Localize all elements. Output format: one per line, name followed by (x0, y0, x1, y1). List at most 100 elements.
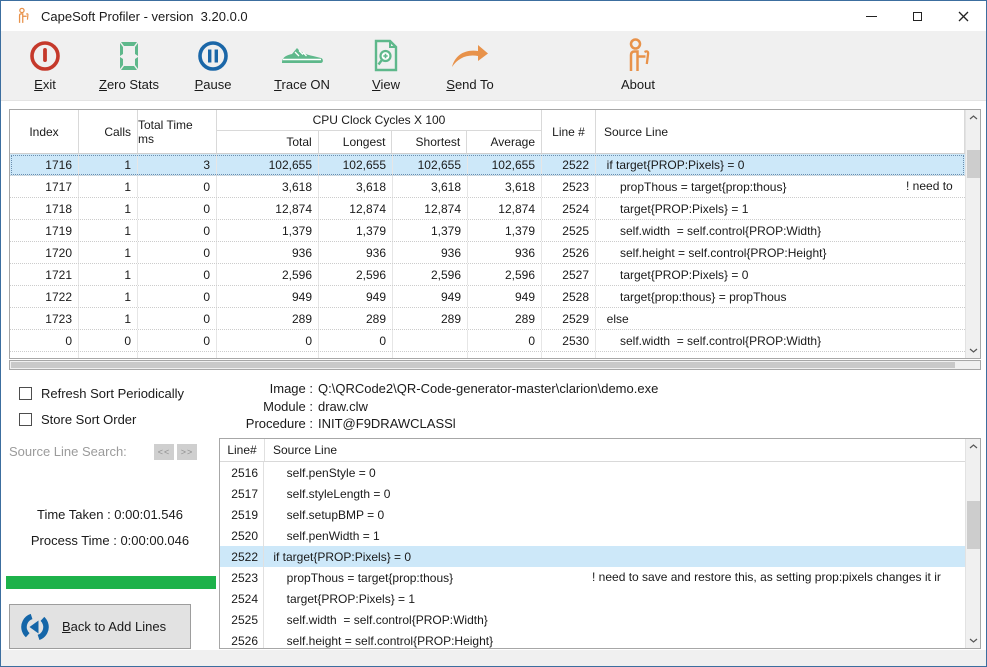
profiler-table-row[interactable]: 0 0 0 0 0 0 2531 self.height = self.cont… (10, 352, 965, 359)
view-button[interactable]: View (342, 35, 430, 97)
about-label: About (594, 77, 682, 92)
app-window: CapeSoft Profiler - version 3.20.0.0 Exi… (0, 0, 987, 667)
profiler-table-row[interactable]: 1716 1 3 102,655 102,655 102,655 102,655… (10, 154, 965, 176)
window-bottom-strip (1, 650, 986, 667)
window-title: CapeSoft Profiler - version 3.20.0.0 (41, 9, 248, 24)
search-prev-button[interactable]: << (154, 444, 174, 460)
source-table-row[interactable]: 2516 self.penStyle = 0 (220, 462, 965, 483)
info-label: Module : (231, 398, 313, 416)
app-logo-icon (15, 7, 31, 25)
exit-button[interactable]: Exit (1, 35, 89, 97)
back-circle-icon (19, 611, 51, 643)
source-line-search-label: Source Line Search: (9, 444, 127, 459)
profiler-table-header[interactable]: Index Calls Total Time ms CPU Clock Cycl… (10, 110, 965, 154)
info-value: Q:\QRCode2\QR-Code-generator-master\clar… (318, 380, 658, 398)
close-icon (958, 11, 969, 22)
column-header-index[interactable]: Index (10, 110, 79, 153)
column-header-source[interactable]: Source Line (596, 110, 965, 153)
profiler-table-rows: 1716 1 3 102,655 102,655 102,655 102,655… (10, 154, 965, 359)
checkbox[interactable] (19, 413, 32, 426)
source-table-row[interactable]: 2520 self.penWidth = 1 (220, 525, 965, 546)
send-to-label: Send To (426, 77, 514, 92)
horizontal-scrollbar[interactable] (9, 360, 981, 370)
profiler-table-row[interactable]: 1721 1 0 2,596 2,596 2,596 2,596 2527 ta… (10, 264, 965, 286)
send-arrow-icon (426, 35, 514, 77)
scroll-up-arrow-icon[interactable] (966, 110, 981, 125)
sneaker-icon (258, 35, 346, 77)
exit-label: Exit (1, 77, 89, 92)
scrollbar-thumb[interactable] (11, 362, 955, 368)
source-table-row[interactable]: 2519 self.setupBMP = 0 (220, 504, 965, 525)
column-header-shortest[interactable]: Shortest (392, 131, 467, 153)
info-label: Procedure : (231, 415, 313, 433)
view-label: View (342, 77, 430, 92)
toolbar: Exit Zero Stats (1, 31, 986, 101)
maximize-button[interactable] (894, 1, 940, 31)
source-table-row[interactable]: 2517 self.styleLength = 0 (220, 483, 965, 504)
info-label: Image : (231, 380, 313, 398)
column-header-total-time[interactable]: Total Time ms (138, 110, 217, 153)
progress-bar (6, 576, 216, 589)
profiler-table-row[interactable]: 1717 1 0 3,618 3,618 3,618 3,618 2523 pr… (10, 176, 965, 198)
back-to-add-lines-button[interactable]: Back to Add Lines (9, 604, 191, 649)
scrollbar-thumb[interactable] (967, 501, 980, 549)
title-bar: CapeSoft Profiler - version 3.20.0.0 (1, 1, 986, 31)
scroll-down-arrow-icon[interactable] (966, 633, 981, 648)
profiler-table-row[interactable]: 1719 1 0 1,379 1,379 1,379 1,379 2525 se… (10, 220, 965, 242)
seven-segment-zero-icon (85, 35, 173, 77)
pause-button[interactable]: Pause (169, 35, 257, 97)
source-table: Line# Source Line 2516 self.penStyle = 0… (219, 438, 981, 649)
info-row: Module : draw.clw (231, 398, 658, 416)
source-table-header: Line# Source Line (220, 439, 965, 462)
sort-options: Refresh Sort Periodically Store Sort Ord… (19, 386, 184, 438)
column-group-cpu-cycles: CPU Clock Cycles X 100 Total Longest Sho… (217, 110, 542, 153)
profiler-table-row[interactable]: 1720 1 0 936 936 936 936 2526 self.heigh… (10, 242, 965, 264)
vertical-scrollbar[interactable] (965, 439, 980, 648)
trace-on-label: Trace ON (258, 77, 346, 92)
scroll-down-arrow-icon[interactable] (966, 343, 981, 358)
profiler-table-row[interactable]: 1718 1 0 12,874 12,874 12,874 12,874 252… (10, 198, 965, 220)
minimize-icon (866, 16, 877, 17)
source-table-row[interactable]: 2524 target{PROP:Pixels} = 1 (220, 588, 965, 609)
scrollbar-thumb[interactable] (967, 150, 980, 178)
info-value: INIT@F9DRAWCLASSl (318, 415, 456, 433)
source-table-row[interactable]: 2526 self.height = self.control{PROP:Hei… (220, 630, 965, 648)
profiler-table-row[interactable]: 0 0 0 0 0 0 2530 self.width = self.contr… (10, 330, 965, 352)
about-button[interactable]: About (594, 35, 682, 97)
profiler-table-row[interactable]: 1722 1 0 949 949 949 949 2528 target{pro… (10, 286, 965, 308)
checkbox-label: Refresh Sort Periodically (41, 386, 184, 401)
column-header-longest[interactable]: Longest (319, 131, 393, 153)
profiler-table: Index Calls Total Time ms CPU Clock Cycl… (9, 109, 981, 359)
pause-label: Pause (169, 77, 257, 92)
zero-stats-label: Zero Stats (85, 77, 173, 92)
trace-on-button[interactable]: Trace ON (258, 35, 346, 97)
info-row: Image : Q:\QRCode2\QR-Code-generator-mas… (231, 380, 658, 398)
document-magnifier-icon (342, 35, 430, 77)
scroll-up-arrow-icon[interactable] (966, 439, 981, 454)
pause-icon (169, 35, 257, 77)
info-row: Procedure : INIT@F9DRAWCLASSl (231, 415, 658, 433)
source-table-row[interactable]: 2525 self.width = self.control{PROP:Widt… (220, 609, 965, 630)
zero-stats-button[interactable]: Zero Stats (85, 35, 173, 97)
vertical-scrollbar[interactable] (965, 110, 980, 358)
time-taken-text: Time Taken : 0:00:01.546 (1, 507, 219, 522)
profiler-table-row[interactable]: 1723 1 0 289 289 289 289 2529 else (10, 308, 965, 330)
column-header-average[interactable]: Average (467, 131, 541, 153)
minimize-button[interactable] (848, 1, 894, 31)
checkbox-row[interactable]: Refresh Sort Periodically (19, 386, 184, 401)
column-header-calls[interactable]: Calls (79, 110, 138, 153)
search-next-button[interactable]: >> (177, 444, 197, 460)
checkbox[interactable] (19, 387, 32, 400)
checkbox-row[interactable]: Store Sort Order (19, 412, 184, 427)
power-icon (1, 35, 89, 77)
column-header-cpu-group: CPU Clock Cycles X 100 (217, 110, 541, 131)
column-header-total[interactable]: Total (217, 131, 319, 153)
source-table-row[interactable]: 2522 if target{PROP:Pixels} = 0 (220, 546, 965, 567)
source-table-row[interactable]: 2523 propThous = target{prop:thous}! nee… (220, 567, 965, 588)
close-button[interactable] (940, 1, 986, 31)
send-to-button[interactable]: Send To (426, 35, 514, 97)
process-time-text: Process Time : 0:00:00.046 (1, 533, 219, 548)
column-header-line[interactable]: Line # (542, 110, 596, 153)
procedure-info: Image : Q:\QRCode2\QR-Code-generator-mas… (231, 380, 658, 433)
column-header-source: Source Line (264, 439, 965, 461)
